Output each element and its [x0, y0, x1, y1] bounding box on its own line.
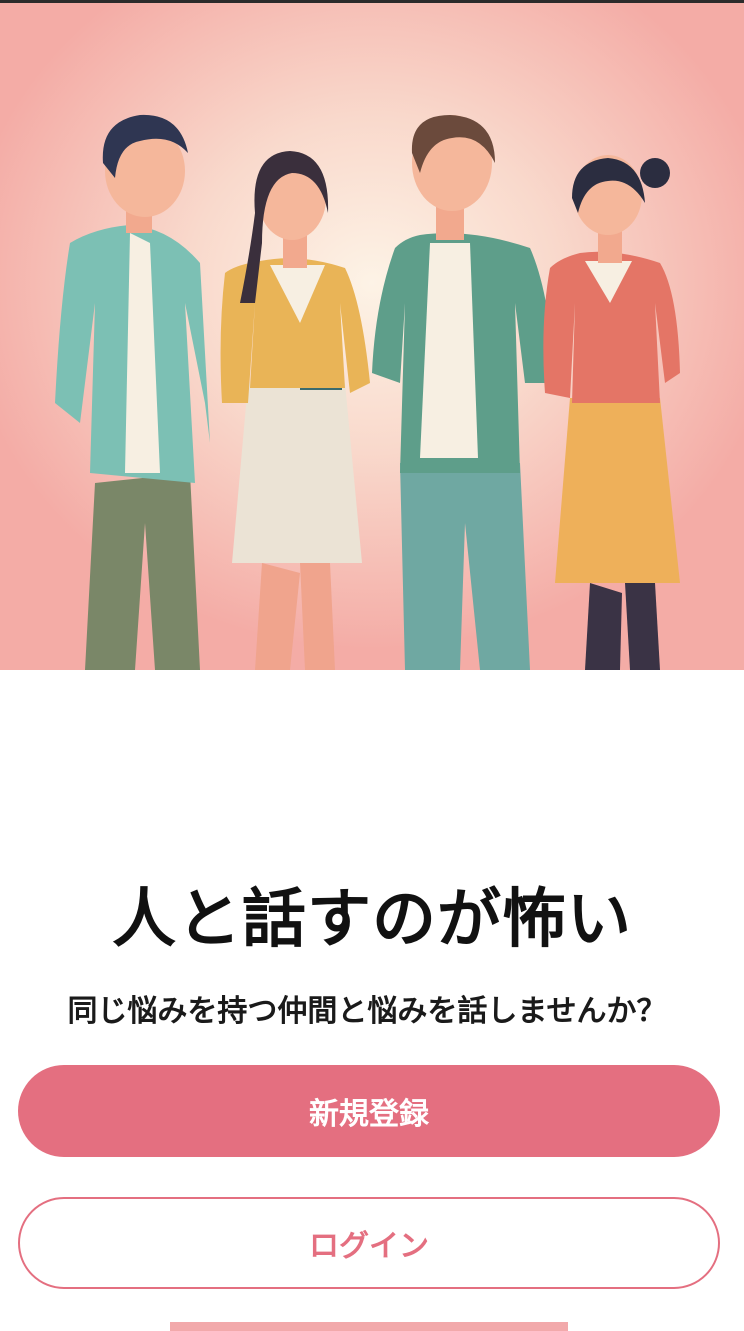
- page-subtitle: 同じ悩みを持つ仲間と悩みを話しませんか？: [67, 994, 667, 1029]
- hero-illustration: [0, 3, 744, 670]
- page-title: 人と話すのが怖い: [112, 883, 632, 957]
- register-button[interactable]: 新規登録: [18, 1065, 720, 1157]
- login-button[interactable]: ログイン: [18, 1197, 720, 1289]
- home-indicator: [170, 1322, 568, 1331]
